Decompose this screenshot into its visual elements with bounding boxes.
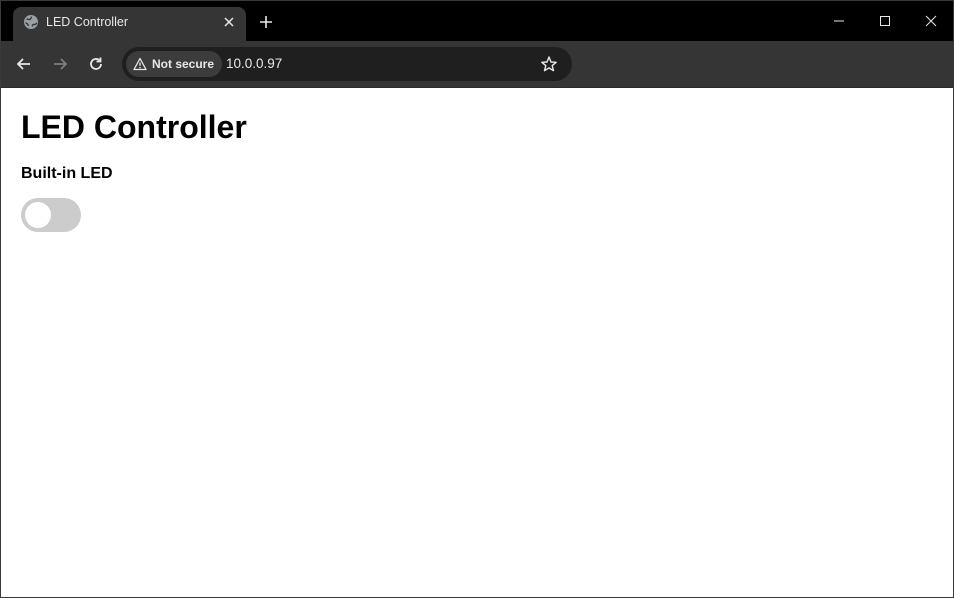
- browser-toolbar: Not secure 10.0.0.97: [1, 41, 953, 88]
- tab-led-controller[interactable]: LED Controller: [13, 7, 246, 41]
- arrow-right-icon: [54, 58, 68, 70]
- page-title: LED Controller: [21, 109, 247, 145]
- url-text[interactable]: 10.0.0.97: [226, 47, 282, 81]
- minimize-button[interactable]: [816, 1, 862, 41]
- tab-title: LED Controller: [46, 15, 128, 29]
- arrow-left-icon: [16, 58, 30, 70]
- security-chip[interactable]: Not secure: [126, 51, 223, 77]
- forward-button[interactable]: [48, 52, 72, 76]
- close-icon: [925, 15, 937, 27]
- warning-triangle-icon: [133, 57, 147, 71]
- toggle-knob: [25, 202, 51, 228]
- address-bar[interactable]: Not secure 10.0.0.97: [122, 47, 572, 81]
- page-content: LED Controller Built-in LED: [1, 88, 953, 597]
- tab-strip: LED Controller: [1, 1, 953, 41]
- minimize-icon: [834, 20, 844, 22]
- globe-icon: [23, 14, 39, 30]
- star-icon[interactable]: [540, 55, 558, 73]
- back-button[interactable]: [12, 52, 36, 76]
- security-label: Not secure: [152, 57, 215, 71]
- maximize-icon: [880, 16, 890, 26]
- led-toggle-switch[interactable]: [21, 198, 81, 232]
- window-close-button[interactable]: [908, 1, 953, 41]
- led-label: Built-in LED: [21, 165, 113, 182]
- maximize-button[interactable]: [862, 1, 908, 41]
- reload-icon: [90, 57, 102, 70]
- reload-button[interactable]: [84, 52, 108, 76]
- close-icon[interactable]: [220, 13, 238, 31]
- plus-icon[interactable]: [255, 11, 277, 33]
- browser-window: LED Controller Not secure 10.0.0.97 LED …: [0, 0, 954, 598]
